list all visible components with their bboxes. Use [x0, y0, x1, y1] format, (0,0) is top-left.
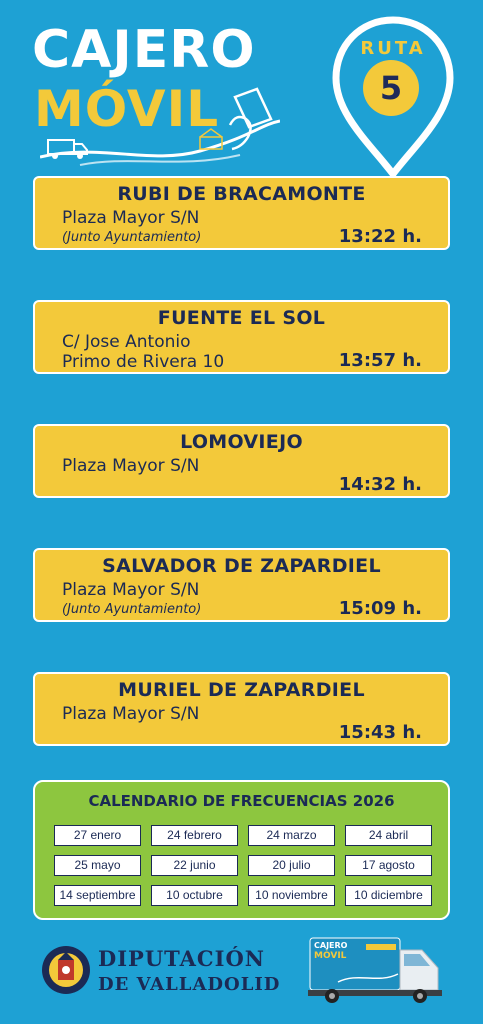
stop-address-line-2: Primo de Rivera 10	[62, 352, 225, 372]
calendar-date: 27 enero	[54, 825, 141, 846]
stop-address: Plaza Mayor S/N	[62, 208, 200, 228]
stop-note: (Junto Ayuntamiento)	[62, 230, 202, 245]
org-name-line-2: DE VALLADOLID	[98, 974, 281, 995]
header: CAJERO MÓVIL RUTA 5	[0, 0, 483, 179]
stop-time: 13:57 h.	[338, 350, 422, 371]
calendar-date: 10 diciembre	[345, 885, 432, 906]
org-name-line-1: DIPUTACIÓN	[98, 946, 265, 971]
calendar-grid: 27 enero 24 febrero 24 marzo 24 abril 25…	[54, 825, 434, 906]
stop-card: SALVADOR DE ZAPARDIEL Plaza Mayor S/N (J…	[33, 548, 450, 622]
stop-address: Plaza Mayor S/N	[62, 456, 200, 476]
stop-name: LOMOVIEJO	[180, 431, 303, 453]
stop-card: MURIEL DE ZAPARDIEL Plaza Mayor S/N 15:4…	[33, 672, 450, 746]
stop-note: (Junto Ayuntamiento)	[62, 602, 202, 617]
calendar-date: 22 junio	[151, 855, 238, 876]
stop-name: RUBI DE BRACAMONTE	[117, 183, 366, 205]
route-number: 5	[363, 60, 419, 116]
calendar-date: 10 noviembre	[248, 885, 335, 906]
stop-address: C/ Jose Antonio Primo de Rivera 10	[62, 332, 224, 372]
calendar-date: 20 julio	[248, 855, 335, 876]
truck-label-line-2: MÓVIL	[314, 951, 347, 961]
title-line-2: MÓVIL	[34, 80, 220, 138]
stop-address: Plaza Mayor S/N	[62, 704, 200, 724]
stop-card: LOMOVIEJO Plaza Mayor S/N 14:32 h.	[33, 424, 450, 498]
stop-time: 15:43 h.	[338, 722, 422, 743]
truck-label-line-1: CAJERO	[314, 941, 348, 950]
stop-name: SALVADOR DE ZAPARDIEL	[102, 555, 381, 577]
calendar-date: 24 abril	[345, 825, 432, 846]
stop-name: MURIEL DE ZAPARDIEL	[118, 679, 365, 701]
stop-address-line-1: C/ Jose Antonio	[62, 332, 191, 352]
route-label: RUTA	[360, 38, 426, 59]
title-line-1: CAJERO	[32, 20, 256, 80]
calendar-date: 14 septiembre	[54, 885, 141, 906]
stop-card: FUENTE EL SOL C/ Jose Antonio Primo de R…	[33, 300, 450, 374]
stop-time: 13:22 h.	[338, 226, 422, 247]
stop-name: FUENTE EL SOL	[157, 307, 326, 329]
calendar-date: 24 febrero	[151, 825, 238, 846]
diputacion-seal-icon	[42, 946, 90, 994]
stop-card: RUBI DE BRACAMONTE Plaza Mayor S/N (Junt…	[33, 176, 450, 250]
stop-time: 14:32 h.	[338, 474, 422, 495]
stop-address: Plaza Mayor S/N	[62, 580, 200, 600]
calendar-date: 24 marzo	[248, 825, 335, 846]
calendar-box: CALENDARIO DE FRECUENCIAS 2026 27 enero …	[33, 780, 450, 920]
calendar-date: 17 agosto	[345, 855, 432, 876]
calendar-date: 10 octubre	[151, 885, 238, 906]
calendar-title: CALENDARIO DE FRECUENCIAS 2026	[88, 792, 395, 810]
calendar-date: 25 mayo	[54, 855, 141, 876]
stop-time: 15:09 h.	[338, 598, 422, 619]
